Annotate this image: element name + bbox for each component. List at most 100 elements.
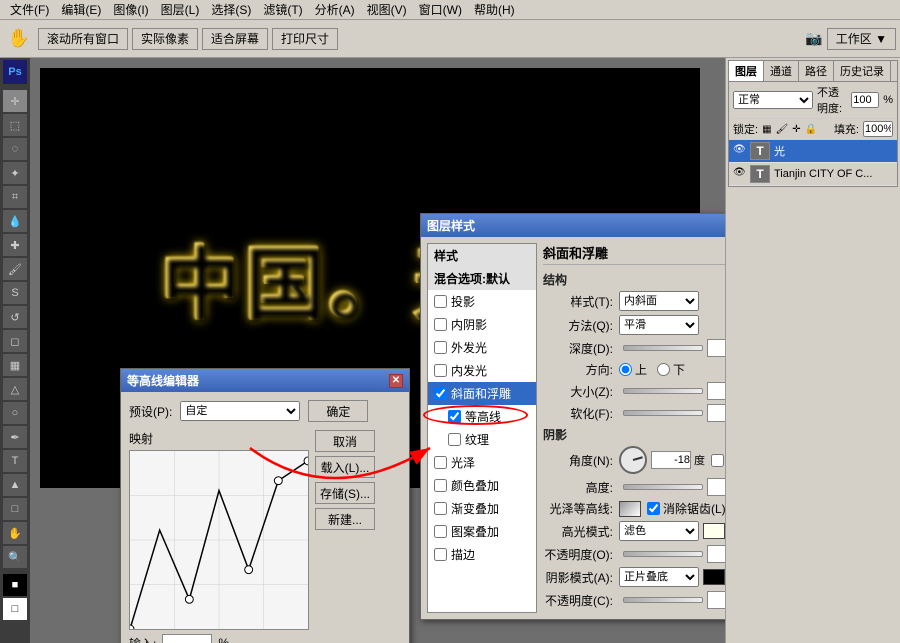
direction-down-radio[interactable] xyxy=(657,363,670,376)
lasso-tool-icon[interactable]: ◌ xyxy=(3,138,27,160)
zoom-tool-icon[interactable]: 🔍 xyxy=(3,546,27,568)
menu-edit[interactable]: 编辑(E) xyxy=(55,1,107,18)
fg-color-swatch[interactable]: ■ xyxy=(3,574,27,596)
actual-pixels-btn[interactable]: 实际像素 xyxy=(132,28,198,50)
coloroverlay-check[interactable] xyxy=(434,479,447,492)
menu-file[interactable]: 文件(F) xyxy=(4,1,55,18)
opacity-input[interactable] xyxy=(851,92,879,108)
style-item-bevel[interactable]: 斜面和浮雕 xyxy=(428,382,536,405)
soften-slider[interactable] xyxy=(623,410,703,416)
style-item-innershadow[interactable]: 内阴影 xyxy=(428,313,536,336)
contour-dialog-close[interactable]: ✕ xyxy=(389,374,403,388)
shadow-opacity-slider[interactable] xyxy=(623,597,703,603)
gradoverlay-check[interactable] xyxy=(434,502,447,515)
shadow-opacity-input[interactable] xyxy=(707,591,725,609)
direction-down-label[interactable]: 下 xyxy=(657,361,685,378)
blend-mode-select[interactable]: 正常 xyxy=(733,91,813,109)
highlight-opacity-input[interactable] xyxy=(707,545,725,563)
highlight-mode-select[interactable]: 滤色 xyxy=(619,521,699,541)
menu-help[interactable]: 帮助(H) xyxy=(468,1,521,18)
gloss-contour-swatch[interactable] xyxy=(619,501,641,517)
layer-row-guang[interactable]: 👁 T 光 xyxy=(729,140,897,163)
style-item-patternoverlay[interactable]: 图案叠加 xyxy=(428,520,536,543)
hand-tool-icon[interactable]: ✋ xyxy=(4,24,34,54)
size-input[interactable] xyxy=(707,382,725,400)
fit-screen-btn[interactable]: 适合屏幕 xyxy=(202,28,268,50)
contour-ok-btn[interactable]: 确定 xyxy=(308,400,368,422)
blur-icon[interactable]: △ xyxy=(3,378,27,400)
highlight-opacity-slider[interactable] xyxy=(623,551,703,557)
shape-tool-icon[interactable]: □ xyxy=(3,498,27,520)
style-item-innerglow[interactable]: 内发光 xyxy=(428,359,536,382)
style-item-stroke[interactable]: 描边 xyxy=(428,543,536,566)
input-field[interactable] xyxy=(162,634,212,643)
angle-circle[interactable] xyxy=(619,446,647,474)
contour-load-btn[interactable]: 载入(L)... xyxy=(315,456,375,478)
layer-eye-guang[interactable]: 👁 xyxy=(733,144,747,158)
style-item-header[interactable]: 样式 xyxy=(428,244,536,267)
menu-layer[interactable]: 图层(L) xyxy=(155,1,206,18)
path-select-icon[interactable]: ▲ xyxy=(3,474,27,496)
eyedropper-icon[interactable]: 💧 xyxy=(3,210,27,232)
global-light-check[interactable] xyxy=(711,454,724,467)
contour-new-btn[interactable]: 新建... xyxy=(315,508,375,530)
shadow-mode-select[interactable]: 正片叠底 xyxy=(619,567,699,587)
style-item-coloroverlay[interactable]: 颜色叠加 xyxy=(428,474,536,497)
texture-check[interactable] xyxy=(448,433,461,446)
highlight-color-swatch[interactable] xyxy=(703,523,725,539)
outerglow-check[interactable] xyxy=(434,341,447,354)
layer-style-titlebar[interactable]: 图层样式 ✕ xyxy=(421,214,725,237)
altitude-input[interactable] xyxy=(707,478,725,496)
patternoverlay-check[interactable] xyxy=(434,525,447,538)
menu-select[interactable]: 选择(S) xyxy=(205,1,257,18)
anti-alias-label[interactable]: 消除锯齿(L) xyxy=(647,500,725,517)
innerglow-check[interactable] xyxy=(434,364,447,377)
stroke-check[interactable] xyxy=(434,548,447,561)
clone-stamp-icon[interactable]: S xyxy=(3,282,27,304)
global-light-label[interactable]: 使用全局光(G) xyxy=(711,452,725,469)
layer-row-tianjin[interactable]: 👁 T Tianjin CITY OF C... xyxy=(729,163,897,186)
size-slider[interactable] xyxy=(623,388,703,394)
depth-input[interactable] xyxy=(707,339,725,357)
style-type-select[interactable]: 内斜面 xyxy=(619,291,699,311)
contour-canvas[interactable] xyxy=(129,450,309,630)
print-size-btn[interactable]: 打印尺寸 xyxy=(272,28,338,50)
bg-color-swatch[interactable]: □ xyxy=(3,598,27,620)
menu-analyze[interactable]: 分析(A) xyxy=(309,1,361,18)
contour-save-btn[interactable]: 存储(S)... xyxy=(315,482,375,504)
contour-dialog-titlebar[interactable]: 等高线编辑器 ✕ xyxy=(121,369,409,392)
style-item-contour[interactable]: 等高线 xyxy=(428,405,536,428)
hand-tool[interactable]: ✋ xyxy=(3,522,27,544)
angle-input[interactable] xyxy=(651,451,691,469)
workspace-btn[interactable]: 工作区 ▼ xyxy=(827,28,896,50)
tab-history[interactable]: 历史记录 xyxy=(834,61,891,81)
style-item-outerglow[interactable]: 外发光 xyxy=(428,336,536,359)
move-tool-icon[interactable]: ✛ xyxy=(3,90,27,112)
shadow-color-swatch[interactable] xyxy=(703,569,725,585)
tab-channels[interactable]: 通道 xyxy=(764,61,799,81)
tab-paths[interactable]: 路径 xyxy=(799,61,834,81)
style-item-gradientoverlay[interactable]: 渐变叠加 xyxy=(428,497,536,520)
text-tool-icon[interactable]: T xyxy=(3,450,27,472)
brush-icon[interactable]: 🖌 xyxy=(3,258,27,280)
depth-slider[interactable] xyxy=(623,345,703,351)
style-item-satin[interactable]: 光泽 xyxy=(428,451,536,474)
preset-select[interactable]: 自定 xyxy=(180,401,300,421)
history-brush-icon[interactable]: ↺ xyxy=(3,306,27,328)
layer-eye-tianjin[interactable]: 👁 xyxy=(733,167,747,181)
dodge-icon[interactable]: ○ xyxy=(3,402,27,424)
lock-transparent-icon[interactable]: ▦ xyxy=(762,124,771,135)
tab-layers[interactable]: 图层 xyxy=(729,61,764,81)
contour-check[interactable] xyxy=(448,410,461,423)
menu-filter[interactable]: 滤镜(T) xyxy=(257,1,308,18)
fill-input[interactable] xyxy=(863,121,893,137)
style-item-dropshadow[interactable]: 投影 xyxy=(428,290,536,313)
marquee-tool-icon[interactable]: ⬚ xyxy=(3,114,27,136)
style-item-texture[interactable]: 纹理 xyxy=(428,428,536,451)
direction-up-label[interactable]: 上 xyxy=(619,361,647,378)
menu-image[interactable]: 图像(I) xyxy=(107,1,154,18)
eraser-icon[interactable]: ◻ xyxy=(3,330,27,352)
direction-up-radio[interactable] xyxy=(619,363,632,376)
lock-image-icon[interactable]: 🖌 xyxy=(776,124,789,135)
crop-tool-icon[interactable]: ⌗ xyxy=(3,186,27,208)
